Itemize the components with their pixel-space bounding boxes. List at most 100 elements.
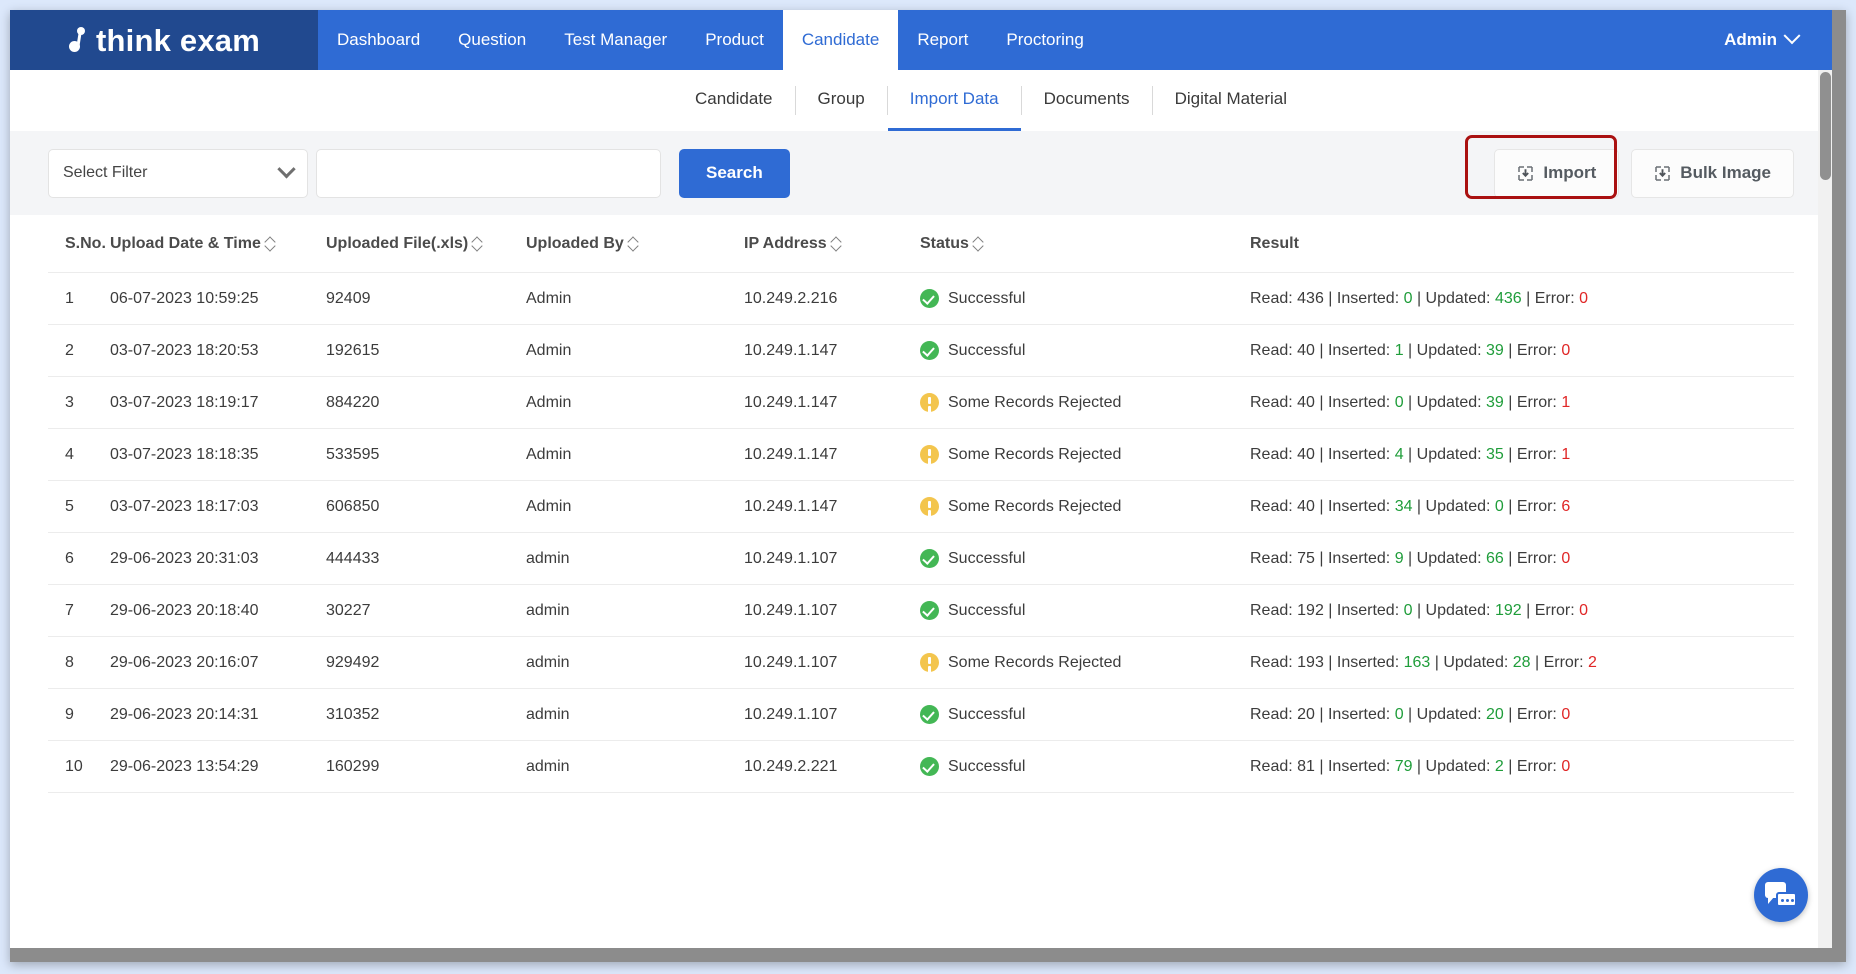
cell-ip-address: 10.249.1.147 bbox=[744, 376, 920, 429]
result-inserted-label: Inserted: bbox=[1336, 653, 1404, 671]
subnav-item-candidate[interactable]: Candidate bbox=[673, 70, 795, 131]
nav-item-dashboard[interactable]: Dashboard bbox=[318, 10, 439, 70]
cell-uploaded-by: admin bbox=[526, 688, 744, 741]
result-updated-label: Updated: bbox=[1443, 653, 1513, 671]
result-separator: | bbox=[1403, 341, 1417, 359]
table-row[interactable]: 4 03-07-2023 18:18:35 533595 Admin 10.249.1.… bbox=[48, 428, 1794, 481]
chat-widget-button[interactable] bbox=[1754, 868, 1808, 922]
nav-item-candidate[interactable]: Candidate bbox=[782, 10, 899, 70]
result-read-label: Read: bbox=[1250, 497, 1298, 515]
column-header-ip-address[interactable]: IP Address bbox=[744, 215, 920, 273]
table-row[interactable]: 1 06-07-2023 10:59:25 92409 Admin 10.249.2.2… bbox=[48, 272, 1794, 325]
subnav-item-digital-material[interactable]: Digital Material bbox=[1153, 70, 1309, 131]
table-row[interactable]: 7 29-06-2023 20:18:40 30227 admin 10.249.1.1… bbox=[48, 584, 1794, 637]
cell-uploaded-file: 310352 bbox=[326, 688, 526, 741]
cell-ip-address: 10.249.1.147 bbox=[744, 324, 920, 377]
success-check-icon bbox=[920, 289, 939, 308]
result-inserted-value: 163 bbox=[1403, 653, 1431, 671]
result-separator: | bbox=[1314, 393, 1328, 411]
table-row[interactable]: 6 29-06-2023 20:31:03 444433 admin 10.249.1.… bbox=[48, 532, 1794, 585]
column-header-upload-date-label: Upload Date & Time bbox=[110, 235, 261, 252]
subnav-item-group[interactable]: Group bbox=[796, 70, 887, 131]
nav-item-report[interactable]: Report bbox=[898, 10, 987, 70]
cell-uploaded-by: Admin bbox=[526, 428, 744, 481]
result-inserted-value: 0 bbox=[1403, 289, 1413, 307]
cell-uploaded-file: 30227 bbox=[326, 584, 526, 637]
sort-icon[interactable] bbox=[974, 237, 983, 250]
brand-block[interactable]: think exam bbox=[10, 10, 318, 70]
cell-status: Successful bbox=[920, 688, 1250, 741]
status-badge: Successful bbox=[920, 705, 1250, 724]
result-separator: | bbox=[1521, 289, 1535, 307]
column-header-status[interactable]: Status bbox=[920, 215, 1250, 273]
subnav-item-import-data[interactable]: Import Data bbox=[887, 70, 1021, 131]
result-inserted-value: 1 bbox=[1394, 341, 1404, 359]
column-header-uploaded-by[interactable]: Uploaded By bbox=[526, 215, 744, 273]
result-separator: | bbox=[1314, 549, 1328, 567]
sort-icon[interactable] bbox=[629, 237, 638, 250]
bulk-image-button[interactable]: Bulk Image bbox=[1631, 148, 1794, 198]
result-read-label: Read: bbox=[1250, 757, 1298, 775]
result-separator: | bbox=[1412, 601, 1426, 619]
import-button[interactable]: Import bbox=[1494, 148, 1620, 198]
success-check-icon bbox=[920, 705, 939, 724]
status-badge: Successful bbox=[920, 341, 1250, 360]
result-inserted-label: Inserted: bbox=[1327, 445, 1395, 463]
result-separator: | bbox=[1503, 757, 1517, 775]
result-separator: | bbox=[1412, 289, 1426, 307]
cell-uploaded-by: admin bbox=[526, 584, 744, 637]
cell-upload-date: 29-06-2023 20:31:03 bbox=[110, 532, 326, 585]
cell-result: Read: 40 | Inserted: 1 | Updated: 39 | E… bbox=[1250, 324, 1794, 377]
result-error-label: Error: bbox=[1516, 757, 1562, 775]
column-header-upload-date[interactable]: Upload Date & Time bbox=[110, 215, 326, 273]
cell-sno: 10 bbox=[48, 740, 110, 793]
sort-icon[interactable] bbox=[266, 237, 275, 250]
scrollbar-thumb[interactable] bbox=[1820, 72, 1831, 180]
cell-result: Read: 20 | Inserted: 0 | Updated: 20 | E… bbox=[1250, 688, 1794, 741]
nav-item-question[interactable]: Question bbox=[439, 10, 545, 70]
sort-icon[interactable] bbox=[832, 237, 841, 250]
result-error-value: 0 bbox=[1561, 549, 1571, 567]
status-badge: Successful bbox=[920, 601, 1250, 620]
result-error-value: 2 bbox=[1588, 653, 1597, 671]
sort-icon[interactable] bbox=[473, 237, 482, 250]
result-separator: | bbox=[1403, 393, 1417, 411]
cell-sno: 3 bbox=[48, 376, 110, 429]
user-menu[interactable]: Admin bbox=[1704, 10, 1832, 70]
result-error-label: Error: bbox=[1516, 445, 1562, 463]
column-header-uploaded-file-label: Uploaded File(.xls) bbox=[326, 235, 469, 252]
table-row[interactable]: 10 29-06-2023 13:54:29 160299 admin 10.249.2… bbox=[48, 740, 1794, 793]
cell-uploaded-file: 884220 bbox=[326, 376, 526, 429]
result-inserted-label: Inserted: bbox=[1336, 289, 1404, 307]
subnav-item-documents[interactable]: Documents bbox=[1022, 70, 1152, 131]
nav-item-proctoring[interactable]: Proctoring bbox=[987, 10, 1102, 70]
warning-exclamation-icon bbox=[920, 497, 939, 516]
result-separator: | bbox=[1521, 601, 1535, 619]
cell-uploaded-by: Admin bbox=[526, 324, 744, 377]
nav-item-product[interactable]: Product bbox=[686, 10, 783, 70]
column-header-result: Result bbox=[1250, 215, 1794, 273]
table-row[interactable]: 3 03-07-2023 18:19:17 884220 Admin 10.249.1.… bbox=[48, 376, 1794, 429]
result-updated-value: 35 bbox=[1486, 445, 1504, 463]
chevron-down-icon bbox=[277, 159, 296, 178]
search-button[interactable]: Search bbox=[679, 148, 790, 198]
result-inserted-label: Inserted: bbox=[1327, 757, 1395, 775]
column-header-uploaded-file[interactable]: Uploaded File(.xls) bbox=[326, 215, 526, 273]
cell-uploaded-by: Admin bbox=[526, 376, 744, 429]
vertical-scrollbar[interactable] bbox=[1818, 70, 1832, 948]
app-window: think exam Dashboard Question Test Manag… bbox=[10, 10, 1832, 948]
table-row[interactable]: 2 03-07-2023 18:20:53 192615 Admin 10.249.1.… bbox=[48, 324, 1794, 377]
result-read-label: Read: bbox=[1250, 653, 1298, 671]
cell-sno: 4 bbox=[48, 428, 110, 481]
result-updated-value: 0 bbox=[1494, 497, 1504, 515]
nav-item-test-manager[interactable]: Test Manager bbox=[545, 10, 686, 70]
result-separator: | bbox=[1503, 705, 1517, 723]
table-row[interactable]: 9 29-06-2023 20:14:31 310352 admin 10.249.1.… bbox=[48, 688, 1794, 741]
result-separator: | bbox=[1503, 497, 1517, 515]
select-filter-dropdown[interactable]: Select Filter bbox=[48, 148, 308, 198]
table-row[interactable]: 5 03-07-2023 18:17:03 606850 Admin 10.249.1.… bbox=[48, 480, 1794, 533]
search-input[interactable] bbox=[316, 148, 661, 198]
result-separator: | bbox=[1403, 549, 1417, 567]
status-label: Some Records Rejected bbox=[948, 653, 1122, 671]
table-row[interactable]: 8 29-06-2023 20:16:07 929492 admin 10.249.1.… bbox=[48, 636, 1794, 689]
